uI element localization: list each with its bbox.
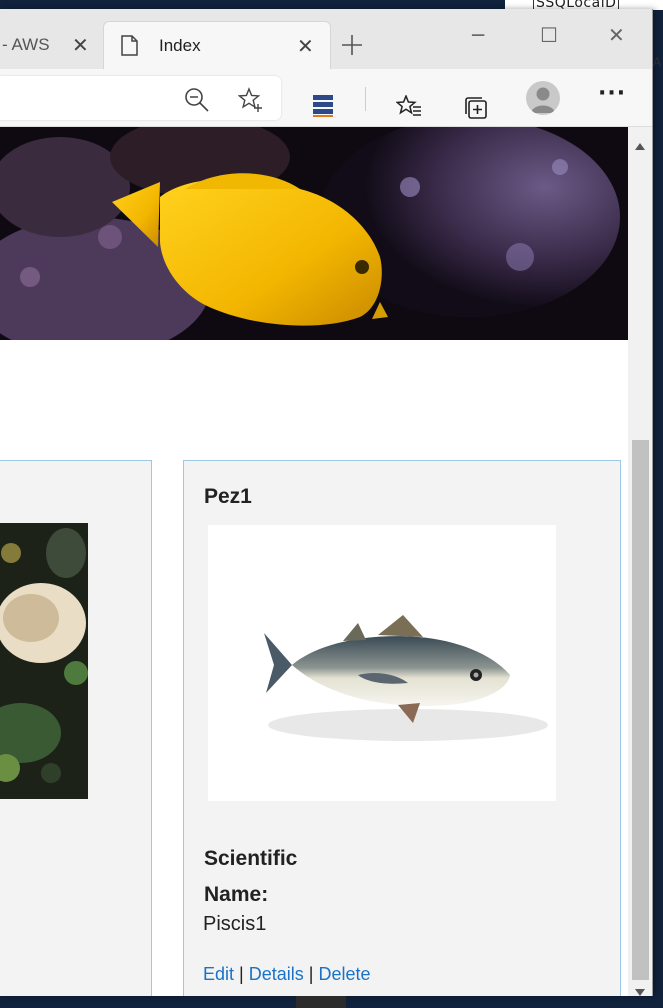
favorites-icon[interactable] (396, 95, 422, 119)
address-bar[interactable] (0, 76, 281, 120)
fish-card (0, 460, 152, 996)
maximize-button[interactable]: ☐ (540, 23, 558, 47)
scroll-down-icon[interactable] (635, 989, 645, 996)
tab-index[interactable]: Index ✕ (103, 21, 331, 69)
tab-label: Index (159, 36, 201, 55)
page-icon (121, 35, 138, 56)
edit-link[interactable]: Edit (203, 964, 234, 984)
coral-reef-image (0, 523, 88, 799)
action-separator: | (308, 964, 314, 984)
favorite-star-icon[interactable] (238, 87, 264, 113)
scientific-name-value: Piscis1 (203, 913, 267, 935)
plus-icon[interactable] (341, 34, 363, 56)
tuna-image (208, 525, 556, 801)
close-window-button[interactable]: ✕ (608, 23, 625, 47)
details-link[interactable]: Details (249, 964, 304, 984)
desktop-side-text: A (653, 55, 662, 69)
profile-avatar-icon[interactable] (526, 81, 560, 115)
collections-icon[interactable] (463, 95, 489, 121)
action-separator: | (239, 964, 244, 984)
fish-name: Pez1 (204, 485, 252, 508)
minimize-button[interactable]: ─ (472, 23, 484, 47)
tab-label: - AWS (2, 35, 50, 54)
zoom-out-icon[interactable] (184, 87, 210, 113)
close-tab-icon[interactable]: ✕ (297, 34, 314, 59)
vertical-scrollbar[interactable] (628, 127, 652, 996)
aquarium-banner-image (0, 127, 628, 340)
scrollbar-thumb[interactable] (632, 440, 649, 980)
browser-window: - AWS ✕ Index ✕ ─ ☐ ✕ ··· Pez1 Scientifi… (0, 9, 653, 996)
reading-list-icon[interactable] (312, 94, 334, 118)
toolbar-separator (365, 87, 366, 111)
more-icon[interactable]: ··· (598, 81, 626, 106)
scientific-name-label: Scientific Name: (204, 847, 298, 906)
delete-link[interactable]: Delete (319, 964, 371, 984)
taskbar (296, 996, 346, 1008)
close-tab-icon[interactable]: ✕ (72, 33, 89, 58)
browser-toolbar: ··· (0, 69, 652, 127)
page-content: Pez1 Scientific Name: Piscis1 Edit | Det… (0, 127, 628, 996)
card-actions: Edit | Details | Delete (203, 964, 371, 985)
scroll-up-icon[interactable] (635, 143, 645, 150)
fish-card: Pez1 Scientific Name: Piscis1 Edit | Det… (183, 460, 621, 996)
title-bar: - AWS ✕ Index ✕ ─ ☐ ✕ (0, 9, 652, 69)
tab-aws[interactable]: - AWS ✕ (0, 21, 100, 69)
